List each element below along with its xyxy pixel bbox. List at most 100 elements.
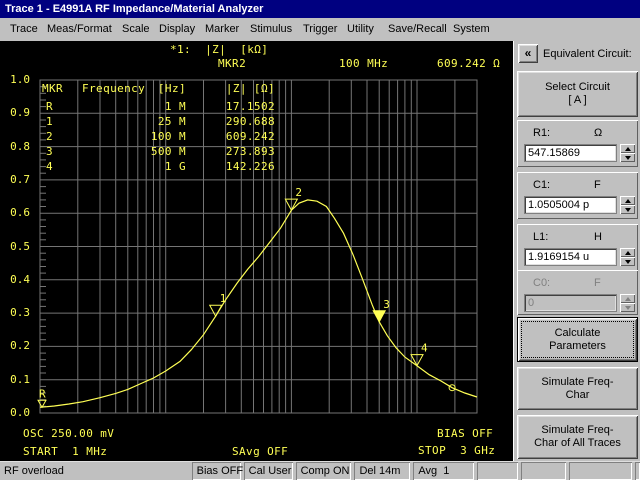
- menu-item-trigger[interactable]: Trigger: [301, 18, 339, 41]
- marker-table-row-R: R1 M 17.1502: [46, 100, 275, 113]
- spin-down-c0: [620, 303, 635, 312]
- y-tick-label: 0.2: [10, 339, 30, 353]
- marker-table-row-1: 1 25 M 290.688: [46, 115, 275, 128]
- marker-table-row-2: 2 100 M 609.242: [46, 130, 275, 143]
- collapse-sidebar-button[interactable]: «: [518, 44, 538, 63]
- menu-item-marker[interactable]: Marker: [203, 18, 241, 41]
- menu-item-stimulus[interactable]: Stimulus: [248, 18, 294, 41]
- status-cell-avg-1: Avg 1: [413, 462, 474, 480]
- marker-R: R: [37, 387, 47, 409]
- menu-item-utility[interactable]: Utility: [345, 18, 376, 41]
- start-frequency-label: START 1 MHz: [23, 445, 108, 458]
- y-tick-label: 0.0: [10, 406, 30, 419]
- menu-bar: Trace Meas/Format Scale Display Marker Stimul…: [0, 18, 640, 41]
- bias-status-label: BIAS OFF: [437, 427, 494, 440]
- select-circuit-line2: [ A ]: [568, 94, 587, 106]
- select-circuit-button[interactable]: Select Circuit [ A ]: [517, 71, 638, 117]
- status-message: RF overload: [4, 465, 64, 477]
- y-tick-label: 0.5: [10, 239, 30, 253]
- osc-level-label: OSC 250.00 mV: [23, 427, 115, 440]
- param-label-l1: L1:: [533, 231, 549, 243]
- y-tick-label: 0.8: [10, 139, 30, 153]
- simulate-freq-char-all-label: Simulate Freq-Char of All Traces: [534, 424, 621, 449]
- y-tick-label: 0.4: [10, 272, 30, 286]
- analyzer-window: Trace 1 - E4991A RF Impedance/Material A…: [0, 0, 640, 480]
- param-group-r1: R1: Ω 547.15869: [517, 120, 638, 167]
- spin-up-c1[interactable]: [620, 196, 635, 205]
- param-input-r1[interactable]: 547.15869: [524, 144, 617, 162]
- status-cell-comp-on: Comp ON: [296, 462, 352, 480]
- marker-4: 4: [410, 342, 428, 367]
- spin-up-l1[interactable]: [620, 248, 635, 257]
- active-marker-value: 609.242 Ω: [437, 57, 501, 70]
- spin-up-c0: [620, 294, 635, 303]
- simulate-freq-char-button[interactable]: Simulate Freq-Char: [517, 367, 638, 410]
- marker-table-row-4: 41 G 142.226: [46, 160, 275, 173]
- calculate-parameters-button[interactable]: Calculate Parameters: [517, 317, 638, 362]
- svg-text:3: 3: [383, 298, 390, 311]
- param-group-c1: C1: F 1.0505004 p: [517, 172, 638, 219]
- select-circuit-line1: Select Circuit: [545, 81, 610, 93]
- instrument-screen: R 1 2 3 4 *1: |Z| [kΩ] MKR2 100 MHz 609.242 …: [0, 41, 513, 461]
- spin-down-l1[interactable]: [620, 257, 635, 266]
- y-tick-label: 0.1: [10, 372, 30, 386]
- status-cell-empty: [569, 462, 632, 480]
- svg-text:R: R: [39, 387, 46, 400]
- simulate-freq-char-all-button[interactable]: Simulate Freq-Char of All Traces: [517, 415, 638, 459]
- col-frequency: Frequency: [82, 82, 146, 95]
- marker-table-row-3: 3 500 M 273.893: [46, 145, 275, 158]
- y-tick-label: 0.7: [10, 172, 30, 186]
- param-input-c1[interactable]: 1.0505004 p: [524, 196, 617, 214]
- status-cell-empty: [477, 462, 518, 480]
- svg-text:2: 2: [295, 186, 302, 199]
- spin-down-r1[interactable]: [620, 153, 635, 162]
- y-tick-label: 0.9: [10, 106, 30, 120]
- softkey-sidebar: « Equivalent Circuit: Select Circuit [ A…: [513, 41, 640, 461]
- svg-text:4: 4: [421, 342, 428, 355]
- trace-format-label: *1: |Z| [kΩ]: [170, 43, 269, 56]
- window-title: Trace 1 - E4991A RF Impedance/Material A…: [5, 3, 264, 15]
- param-unit-l1: H: [594, 231, 602, 243]
- spin-down-c1[interactable]: [620, 205, 635, 214]
- param-unit-r1: Ω: [594, 127, 603, 139]
- menu-item-display[interactable]: Display: [157, 18, 197, 41]
- active-marker-name: MKR2: [218, 57, 247, 70]
- menu-item-save-recall[interactable]: Save/Recall: [386, 18, 449, 41]
- sweep-average-label: SAvg OFF: [232, 445, 289, 458]
- y-tick-label: 0.3: [10, 306, 30, 320]
- col-mkr: MKR: [42, 82, 64, 95]
- col-z: |Z| [Ω]: [225, 82, 275, 95]
- param-unit-c1: F: [594, 179, 601, 191]
- menu-item-system[interactable]: System: [451, 18, 492, 41]
- status-cell-empty: [521, 462, 566, 480]
- y-tick-label: 1.0: [10, 73, 30, 86]
- status-cell-cal-user: Cal User: [244, 462, 293, 480]
- menu-item-meas-format[interactable]: Meas/Format: [45, 18, 114, 41]
- status-cell-empty: [635, 462, 640, 480]
- param-input-l1[interactable]: 1.9169154 u: [524, 248, 617, 266]
- stop-frequency-label: STOP 3 GHz: [418, 444, 496, 457]
- y-tick-label: 0.6: [10, 206, 30, 220]
- param-label-c0: C0:: [533, 277, 551, 289]
- title-bar: Trace 1 - E4991A RF Impedance/Material A…: [0, 0, 640, 18]
- param-group-l1: L1: H 1.9169154 u: [517, 224, 638, 271]
- active-marker-frequency: 100 MHz: [339, 57, 389, 70]
- param-group-c0: C0: F 0: [517, 270, 638, 315]
- param-label-r1: R1:: [533, 127, 551, 139]
- marker-3: 3: [372, 298, 390, 323]
- status-bar: RF overload Bias OFF Cal User Comp ON Del 1…: [0, 461, 640, 480]
- svg-text:1: 1: [220, 292, 227, 305]
- status-cell-del-14m: Del 14m: [354, 462, 410, 480]
- sidebar-title: Equivalent Circuit:: [543, 48, 632, 60]
- marker-table-header: MKR Frequency [Hz] |Z| [Ω]: [40, 83, 275, 95]
- spin-up-r1[interactable]: [620, 144, 635, 153]
- status-cell-bias-off: Bias OFF: [192, 462, 243, 480]
- marker-2: 2: [284, 186, 302, 212]
- param-input-c0: 0: [524, 294, 617, 312]
- param-label-c1: C1:: [533, 179, 551, 191]
- param-unit-c0: F: [594, 277, 601, 289]
- menu-item-trace[interactable]: Trace: [8, 18, 40, 41]
- col-hz: [Hz]: [157, 82, 186, 95]
- menu-item-scale[interactable]: Scale: [120, 18, 152, 41]
- calculate-parameters-label: Calculate Parameters: [549, 326, 606, 352]
